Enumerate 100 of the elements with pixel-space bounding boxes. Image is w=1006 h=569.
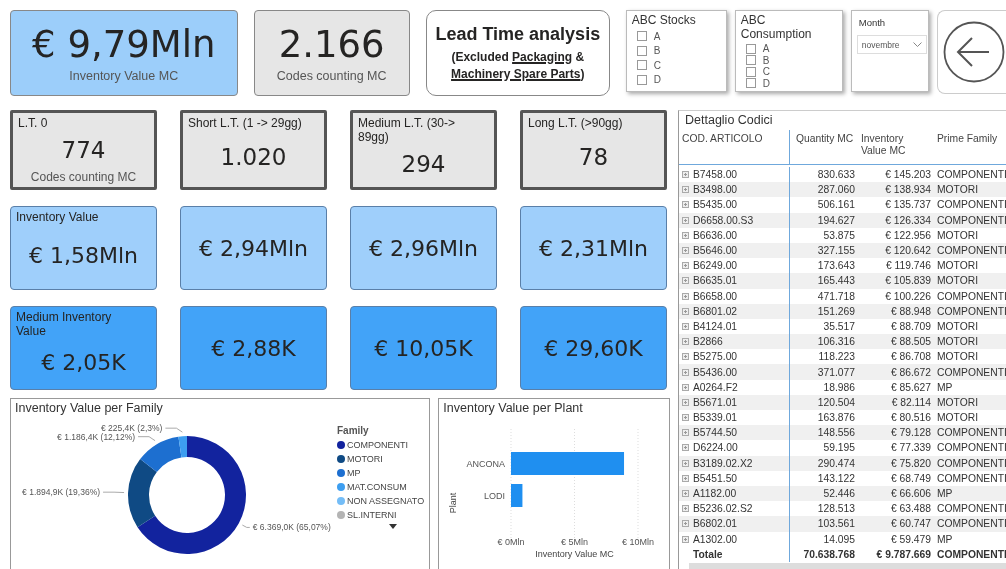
table-cell-text: € 77.339 <box>889 441 932 456</box>
expand-icon[interactable] <box>682 186 689 194</box>
leader-line <box>241 524 251 528</box>
table-cell-text: 173.643 <box>816 259 856 274</box>
expand-icon[interactable] <box>682 383 689 391</box>
table-cell-text: € 145.203 <box>884 168 932 183</box>
expand-icon[interactable] <box>682 338 689 346</box>
expand-icon[interactable] <box>682 171 689 179</box>
expand-icon[interactable] <box>682 459 689 467</box>
checkbox[interactable] <box>636 74 647 85</box>
scroll-down-icon[interactable] <box>389 524 397 529</box>
table-cell: B5451.50 <box>679 470 790 486</box>
expand-icon[interactable] <box>682 520 689 528</box>
expand-icon[interactable] <box>682 353 689 361</box>
card-value: € 2,31Mln <box>538 234 649 263</box>
checkbox[interactable] <box>636 60 647 71</box>
scrollbar[interactable] <box>689 563 1006 569</box>
expand-icon[interactable] <box>682 292 689 300</box>
legend-item: NON ASSEGNATO <box>337 496 425 506</box>
table-cell-text: COMPONENTI <box>936 168 1004 183</box>
table-title: Dettaglio Codici <box>684 112 774 129</box>
table-cell-text: 106.316 <box>816 335 856 350</box>
expand-icon[interactable] <box>682 277 689 285</box>
expand-icon[interactable] <box>682 490 689 498</box>
expand-icon[interactable] <box>682 262 689 270</box>
checkbox[interactable] <box>745 55 756 66</box>
expand-icon[interactable] <box>682 505 689 513</box>
table-cell-text: 148.556 <box>816 426 856 441</box>
table-cell-text: 18.986 <box>822 380 856 395</box>
title-link[interactable]: Packaging <box>512 49 573 64</box>
tick-label: € 0Mln <box>497 537 525 547</box>
checkbox[interactable] <box>745 66 756 77</box>
checkbox[interactable] <box>745 43 756 54</box>
column-header[interactable]: Prime Family <box>934 130 1004 164</box>
legend-item: MAT.CONSUM <box>337 482 425 492</box>
expand-icon[interactable] <box>682 444 689 452</box>
table-cell-text: 830.633 <box>816 168 856 183</box>
expand-icon[interactable] <box>682 414 689 422</box>
table-cell-text: € 119.746 <box>884 259 932 274</box>
table-cell-text: MP <box>936 380 954 395</box>
legend-item: MOTORI <box>337 454 425 464</box>
table-cell-text: € 80.516 <box>889 411 932 426</box>
checkbox[interactable] <box>745 78 756 89</box>
expand-icon[interactable] <box>682 535 689 543</box>
card-value: 774 <box>60 136 107 165</box>
slicer-title: ABC Consumption <box>740 13 813 41</box>
expand-icon[interactable] <box>682 307 689 315</box>
column-header[interactable]: Quantity MC <box>790 130 858 164</box>
title-note: Machinery Spare Parts) <box>451 65 585 83</box>
table-cell-text: MOTORI <box>936 228 979 243</box>
option-label: C <box>653 59 661 71</box>
expand-icon[interactable] <box>682 231 689 239</box>
table-cell: D6658.00.S3 <box>679 212 790 228</box>
table-cell-text: MOTORI <box>936 395 979 410</box>
back-button[interactable] <box>936 10 1006 94</box>
month-dropdown[interactable]: novembre <box>856 35 927 54</box>
table-cell-text: 327.155 <box>816 244 856 259</box>
table-cell-text: 290.474 <box>816 456 856 471</box>
column-header[interactable]: COD. ARTICOLO <box>679 130 790 164</box>
leader-line <box>137 436 156 442</box>
expand-icon[interactable] <box>682 474 689 482</box>
table-cell-text: MOTORI <box>936 350 979 365</box>
data-label: € 1.894,9K (19,36%) <box>22 487 101 498</box>
expand-icon[interactable] <box>682 247 689 255</box>
table-cell-text: € 86.708 <box>889 350 932 365</box>
option-label: C <box>762 66 770 78</box>
table-cell: A1302.00 <box>679 531 790 547</box>
table-cell-text: COMPONENTI <box>936 502 1004 517</box>
table-cell: B6636.00 <box>679 227 790 243</box>
checkbox[interactable] <box>636 45 647 56</box>
table-cell-text: € 138.934 <box>884 183 932 198</box>
table-cell-text: 143.122 <box>816 471 856 486</box>
expand-icon[interactable] <box>682 322 689 330</box>
leader-line <box>102 491 125 494</box>
card-value: € 29,60K <box>543 334 644 363</box>
card-value: € 10,05K <box>373 334 474 363</box>
table-cell-text: MOTORI <box>936 411 979 426</box>
column-header[interactable]: Inventory Value MC <box>858 130 934 164</box>
expand-icon[interactable] <box>682 368 689 376</box>
card-title: Medium L.T. (30-> 89gg) <box>358 116 457 144</box>
kpi-label: Inventory Value MC <box>69 69 179 83</box>
table-cell-text: € 66.606 <box>889 487 932 502</box>
card-value: 78 <box>577 143 610 172</box>
expand-icon[interactable] <box>682 398 689 406</box>
table-cell-text: € 105.839 <box>884 274 932 289</box>
table-cell: B5435.00 <box>679 197 790 213</box>
table-cell-text: € 122.956 <box>884 228 932 243</box>
legend-item: SL.INTERNI <box>337 510 425 520</box>
expand-icon[interactable] <box>682 201 689 209</box>
table-cell-text: € 59.479 <box>889 532 932 547</box>
table-cell-text: COMPONENTI <box>936 244 1004 259</box>
category-label: LODI <box>484 491 506 501</box>
option-label: D <box>762 77 770 89</box>
expand-icon[interactable] <box>682 216 689 224</box>
chevron-down-icon <box>912 42 922 47</box>
option-label: B <box>653 45 661 57</box>
table-cell-text: COMPONENTI <box>936 365 1004 380</box>
card-value: € 2,96Mln <box>368 234 479 263</box>
checkbox[interactable] <box>636 31 647 42</box>
expand-icon[interactable] <box>682 429 689 437</box>
